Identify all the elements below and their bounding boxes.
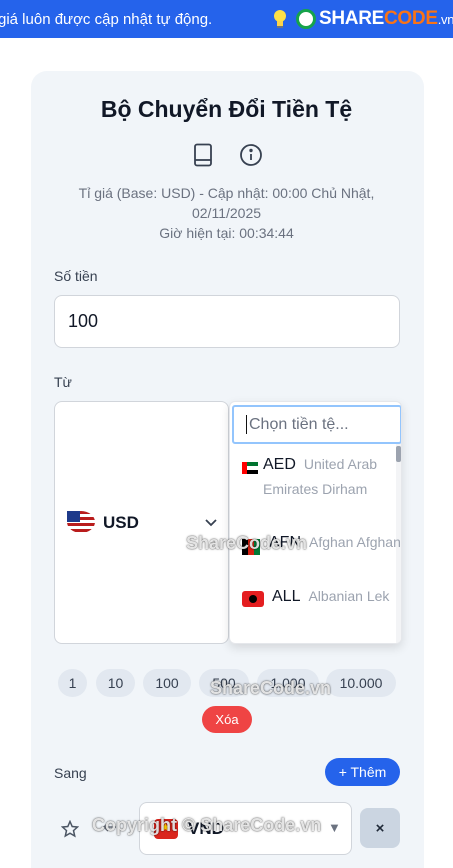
amount-label: Số tiền: [54, 268, 98, 284]
from-label: Từ: [54, 374, 72, 390]
option-name: Afghan Afghani: [309, 534, 402, 550]
top-banner: giá luôn được cập nhật tự động. SHARE COD…: [0, 0, 453, 38]
us-flag-icon: [67, 511, 95, 533]
ae-flag-icon: [242, 462, 258, 474]
book-icon[interactable]: [193, 143, 213, 167]
watermark: ShareCode.vn: [186, 533, 308, 553]
chevron-down-icon: ▼: [328, 820, 341, 835]
currency-option-aed[interactable]: AED United Arab Emirates Dirham: [263, 452, 401, 501]
clear-button[interactable]: Xóa: [202, 706, 252, 733]
amount-input[interactable]: 100: [54, 295, 400, 348]
al-flag-icon: [242, 591, 264, 607]
to-label: Sang: [54, 765, 87, 781]
from-currency-select[interactable]: USD: [54, 401, 229, 644]
sharecode-logo: SHARE CODE .vn: [296, 8, 453, 30]
remove-currency-button[interactable]: ×: [360, 808, 400, 848]
watermark: Copyright © ShareCode.vn: [92, 815, 322, 835]
logo-share: SHARE: [319, 8, 385, 29]
quick-amount-100[interactable]: 100: [143, 669, 191, 697]
add-currency-button[interactable]: + Thêm: [325, 758, 400, 786]
logo-mark-icon: [296, 9, 316, 29]
currency-dropdown: Chọn tiền tệ... AED United Arab Emirates …: [229, 401, 402, 644]
currency-search-placeholder: Chọn tiền tệ...: [249, 415, 349, 433]
lightbulb-icon: [274, 10, 286, 28]
option-code: ALL: [272, 588, 301, 605]
logo-vn: .vn: [437, 11, 453, 27]
option-code: AED: [263, 456, 296, 473]
logo-code: CODE: [384, 8, 438, 29]
current-time-text: Giờ hiện tại: 00:34:44: [159, 225, 294, 241]
quick-amount-10[interactable]: 10: [96, 669, 135, 697]
option-name: Albanian Lek: [308, 588, 390, 604]
banner-text: giá luôn được cập nhật tự động.: [0, 10, 213, 28]
chevron-down-icon: [205, 519, 217, 527]
rate-info: Tỉ giá (Base: USD) - Cập nhật: 00:00 Chủ…: [50, 183, 403, 243]
star-icon[interactable]: [61, 820, 79, 838]
info-icon[interactable]: [239, 143, 263, 167]
page-title: Bộ Chuyển Đổi Tiền Tệ: [100, 96, 353, 122]
from-currency-code: USD: [103, 513, 139, 532]
rate-updated-text: Tỉ giá (Base: USD) - Cập nhật: 00:00 Chủ…: [78, 185, 375, 221]
quick-amount-10000[interactable]: 10.000: [326, 669, 396, 697]
currency-search-input[interactable]: Chọn tiền tệ...: [232, 405, 401, 444]
quick-amount-1[interactable]: 1: [58, 669, 87, 697]
currency-option-all[interactable]: ALL Albanian Lek: [272, 584, 401, 609]
watermark: ShareCode.vn: [210, 678, 332, 698]
